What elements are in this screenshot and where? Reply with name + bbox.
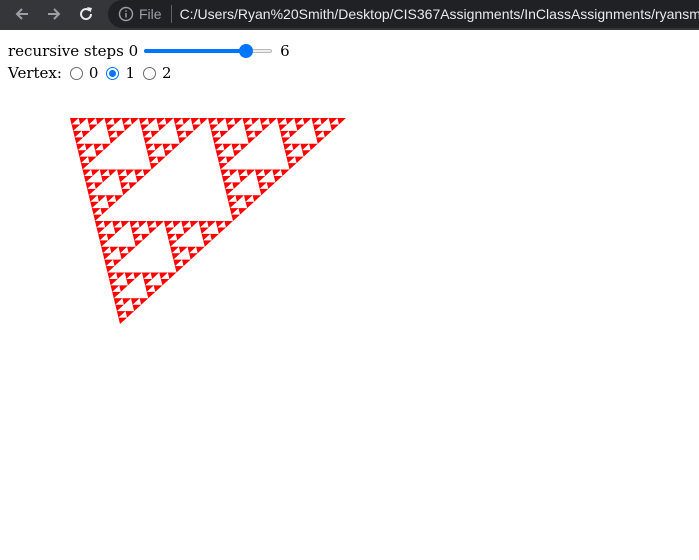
sierpinski-triangle xyxy=(70,118,346,324)
sierpinski-canvas xyxy=(0,0,699,560)
sierpinski-triangles xyxy=(70,118,346,324)
